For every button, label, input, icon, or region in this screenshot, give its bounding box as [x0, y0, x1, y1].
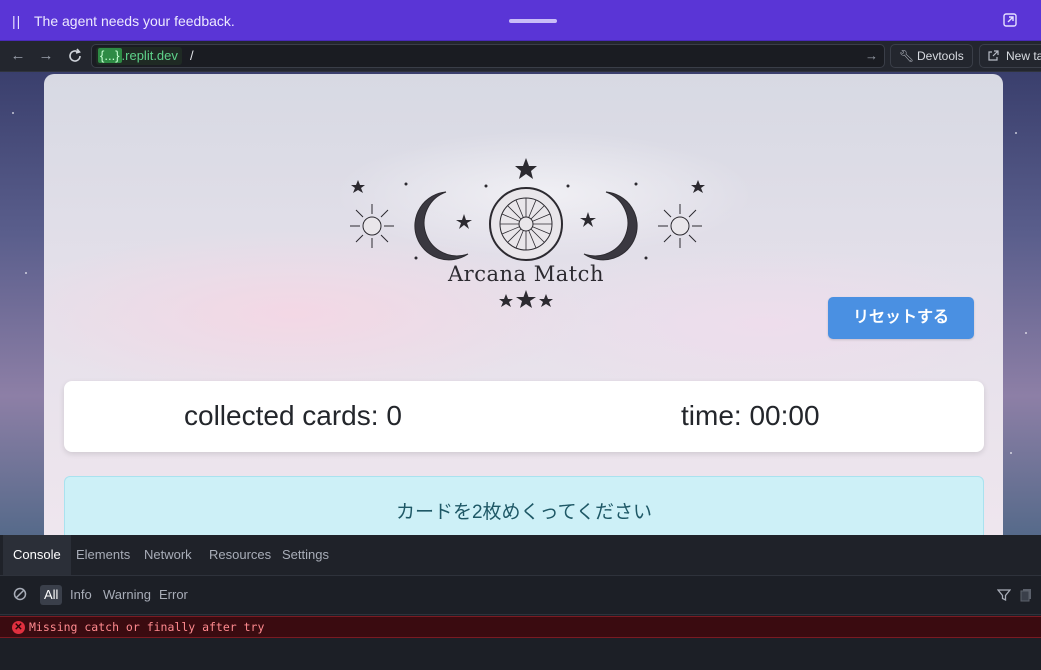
instruction-text: カードを2枚めくってください — [395, 502, 653, 523]
stats-panel: collected cards: 0 time: 00:00 — [64, 381, 984, 452]
filter-info[interactable]: Info — [66, 585, 96, 605]
pause-icon[interactable]: || — [12, 13, 21, 29]
filter-all[interactable]: All — [40, 585, 63, 605]
filter-error[interactable]: Error — [155, 585, 192, 605]
tab-resources[interactable]: Resources — [199, 535, 281, 575]
agent-feedback-bar: || The agent needs your feedback. — [0, 0, 1041, 41]
error-icon: ✕ — [12, 621, 25, 634]
forward-icon[interactable]: → — [37, 47, 55, 65]
devtools-tabs: Console Elements Network Resources Setti… — [0, 535, 1041, 576]
tab-console[interactable]: Console — [3, 535, 71, 575]
reset-button[interactable]: リセットする — [828, 297, 974, 339]
external-link-icon — [988, 50, 999, 61]
copy-icon[interactable] — [1020, 588, 1032, 602]
back-icon[interactable]: ← — [9, 47, 27, 65]
console-error-message: Missing catch or finally after try — [29, 620, 265, 634]
logo-title: Arcana Match — [448, 262, 604, 286]
browser-url-bar: ← → {...} .replit.dev / → 🔧︎ Devtools New… — [0, 41, 1041, 72]
devtools-button-label: Devtools — [917, 49, 964, 63]
arcana-match-logo: Arcana Match — [336, 154, 716, 314]
filter-icon[interactable] — [997, 588, 1011, 602]
console-error-row[interactable]: ✕ Missing catch or finally after try — [0, 616, 1041, 638]
drag-handle-icon[interactable] — [509, 19, 557, 23]
url-host: {...} .replit.dev — [96, 47, 182, 65]
filter-warning[interactable]: Warning — [99, 585, 155, 605]
go-icon[interactable]: → — [865, 48, 878, 63]
popout-icon[interactable] — [1003, 13, 1017, 27]
timer: time: 00:00 — [681, 400, 820, 431]
app-preview: Arcana Match リセットする collected cards: 0 t… — [0, 72, 1041, 535]
logo-stars-icon — [499, 290, 553, 308]
devtools-button[interactable]: 🔧︎ Devtools — [890, 44, 973, 68]
game-page: Arcana Match リセットする collected cards: 0 t… — [44, 74, 1003, 535]
devtools-panel: Console Elements Network Resources Setti… — [0, 535, 1041, 670]
url-host-suffix: .replit.dev — [121, 48, 178, 63]
new-tab-button-label: New ta — [1006, 49, 1041, 63]
tab-network[interactable]: Network — [134, 535, 202, 575]
reload-icon[interactable] — [66, 47, 84, 65]
agent-feedback-message[interactable]: The agent needs your feedback. — [34, 13, 235, 29]
tab-elements[interactable]: Elements — [66, 535, 140, 575]
console-filter-bar: All Info Warning Error — [0, 576, 1041, 615]
celestial-emblem-icon — [350, 158, 705, 261]
url-host-template: {...} — [98, 48, 122, 63]
collected-cards-counter: collected cards: 0 — [184, 400, 402, 431]
new-tab-button[interactable]: New ta — [979, 44, 1041, 68]
instruction-notice: カードを2枚めくってください — [64, 476, 984, 535]
url-input[interactable]: {...} .replit.dev / → — [91, 44, 885, 68]
clear-console-icon[interactable] — [13, 587, 27, 601]
tab-settings[interactable]: Settings — [272, 535, 339, 575]
wrench-icon: 🔧︎ — [899, 49, 915, 63]
url-path: / — [190, 48, 194, 63]
